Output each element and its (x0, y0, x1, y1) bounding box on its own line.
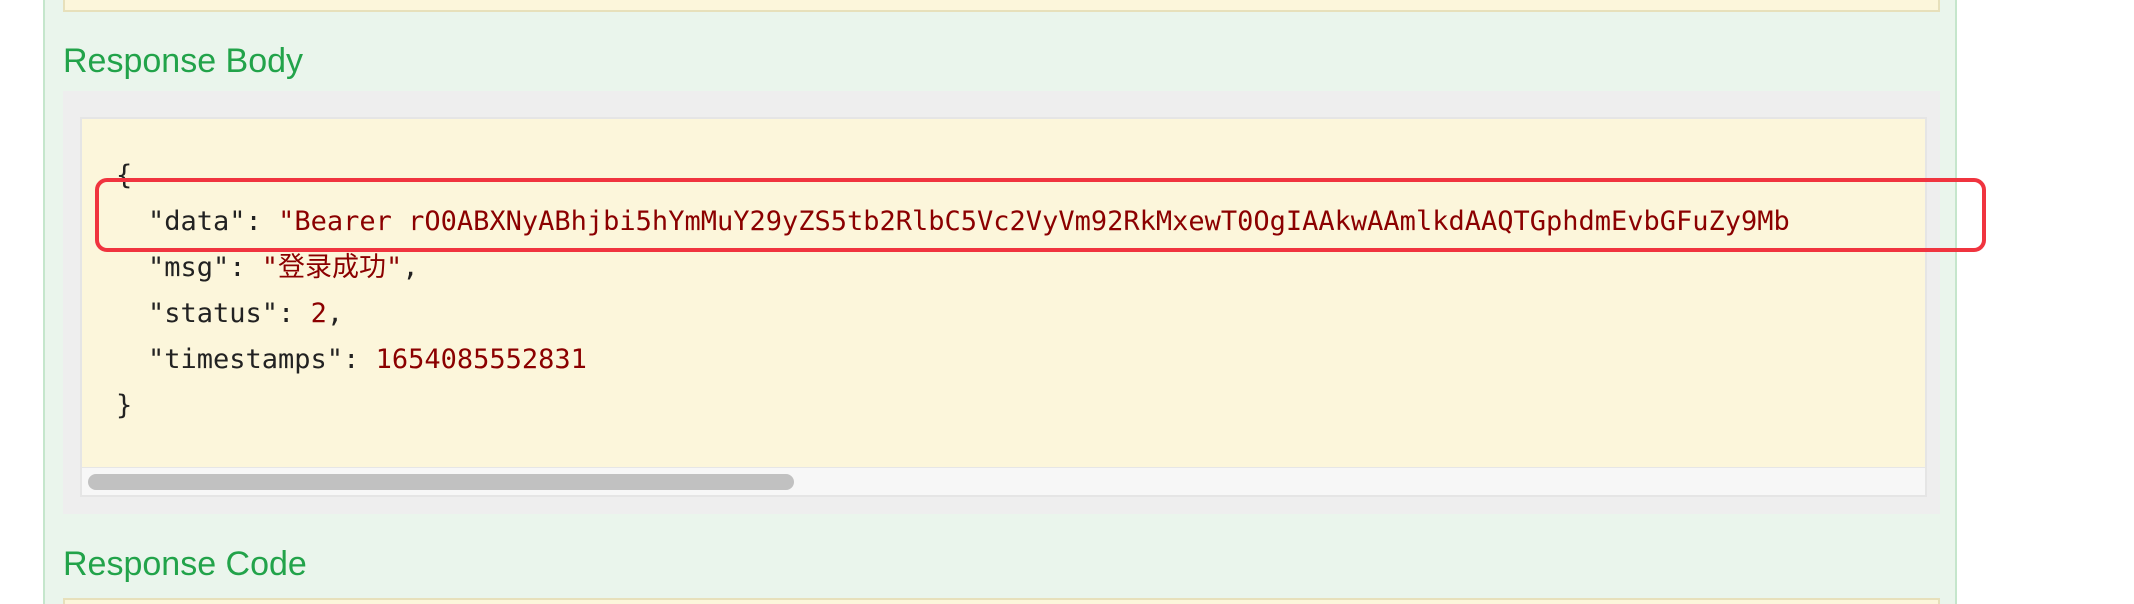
response-code-box-edge (63, 598, 1940, 604)
timestamps-value: 1654085552831 (375, 344, 587, 375)
colon: : (245, 206, 279, 237)
previous-code-box-edge (63, 0, 1940, 12)
msg-key: "msg" (148, 252, 230, 283)
msg-value: "登录成功" (261, 252, 403, 283)
json-line-timestamps: "timestamps": 1654085552831 (116, 337, 1790, 383)
data-key: "data" (148, 206, 246, 237)
colon: : (343, 344, 376, 375)
json-line-close: } (116, 383, 1790, 429)
json-line-open: { (116, 153, 1790, 199)
response-body-code-block[interactable]: { "data": "Bearer rO0ABXNyABhjbi5hYmMuY29… (80, 117, 1927, 497)
horizontal-scrollbar[interactable] (82, 467, 1925, 495)
status-value: 2 (310, 298, 327, 329)
open-brace: { (116, 160, 133, 191)
colon: : (278, 298, 311, 329)
timestamps-key: "timestamps" (148, 344, 344, 375)
close-brace: } (116, 390, 133, 421)
response-code-heading: Response Code (63, 545, 307, 583)
json-line-data: "data": "Bearer rO0ABXNyABhjbi5hYmMuY29y… (116, 199, 1790, 245)
response-body-heading: Response Body (63, 42, 304, 80)
json-line-status: "status": 2, (116, 291, 1790, 337)
data-value: "Bearer rO0ABXNyABhjbi5hYmMuY29yZS5tb2Rl… (278, 206, 1790, 237)
json-line-msg: "msg": "登录成功", (116, 245, 1790, 291)
response-json[interactable]: { "data": "Bearer rO0ABXNyABhjbi5hYmMuY29… (116, 153, 1790, 429)
status-key: "status" (148, 298, 279, 329)
page: Response Body { "data": "Bearer rO0ABXNyA… (0, 0, 2134, 604)
scrollbar-thumb[interactable] (88, 474, 794, 490)
comma: , (402, 252, 419, 283)
comma: , (326, 298, 344, 329)
colon: : (229, 252, 262, 283)
